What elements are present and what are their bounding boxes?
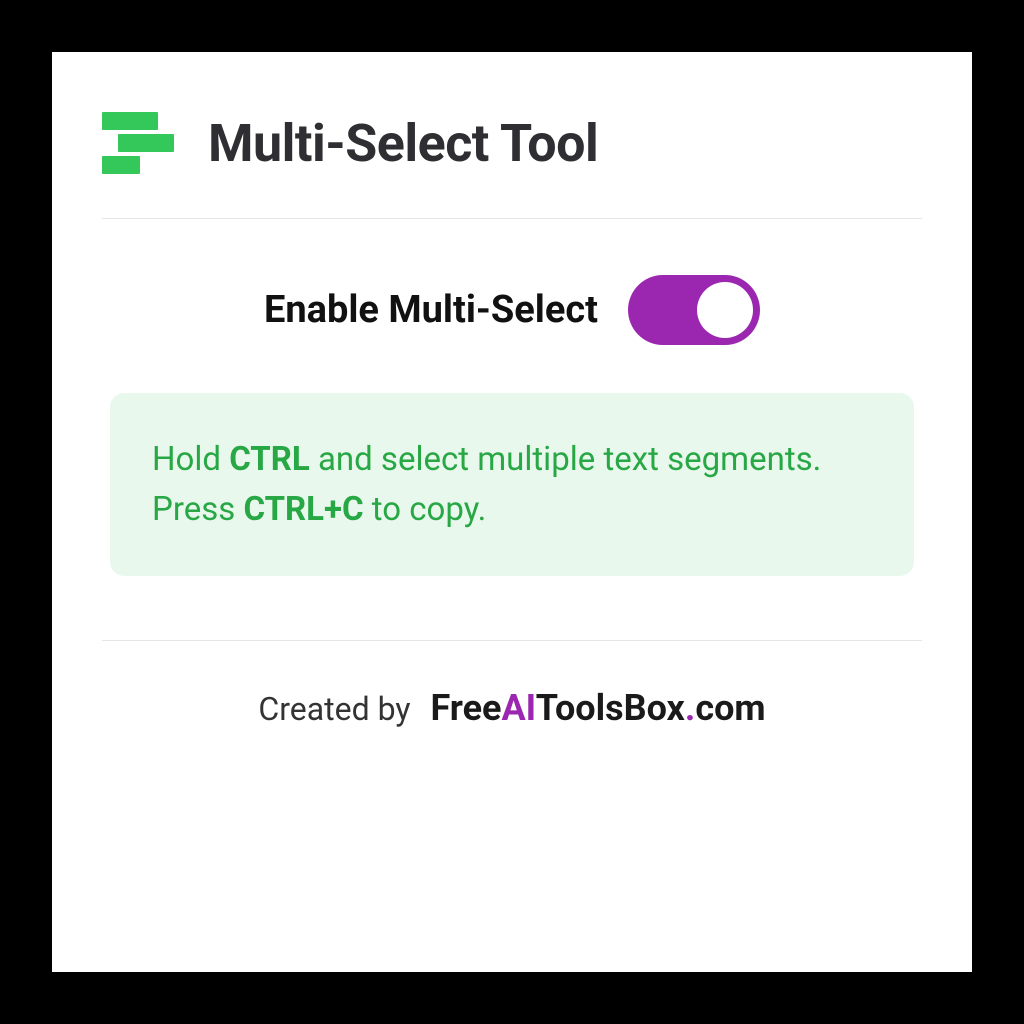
brand-accent: AI (501, 687, 535, 729)
enable-toggle[interactable] (628, 275, 760, 345)
logo-icon (102, 112, 174, 174)
ctrl-c-key-label: CTRL+C (243, 490, 363, 529)
instructions-text: Hold (152, 440, 229, 479)
enable-toggle-row: Enable Multi-Select (102, 219, 922, 393)
enable-toggle-label: Enable Multi-Select (264, 288, 598, 332)
footer: Created by FreeAIToolsBox.com (102, 640, 922, 729)
instructions-text: to copy. (364, 490, 487, 529)
brand-dot: . (685, 687, 695, 729)
instructions-box: Hold CTRL and select multiple text segme… (110, 393, 914, 576)
brand-part: ToolsBox (536, 687, 685, 729)
page-title: Multi-Select Tool (208, 113, 598, 174)
header: Multi-Select Tool (102, 112, 922, 219)
credit-prefix: Created by (258, 690, 410, 728)
brand-tld: com (695, 687, 765, 729)
ctrl-key-label: CTRL (229, 440, 310, 479)
popup-panel: Multi-Select Tool Enable Multi-Select Ho… (52, 52, 972, 972)
brand-link[interactable]: FreeAIToolsBox.com (430, 687, 765, 729)
brand-part: Free (430, 687, 501, 729)
toggle-knob (697, 282, 753, 338)
